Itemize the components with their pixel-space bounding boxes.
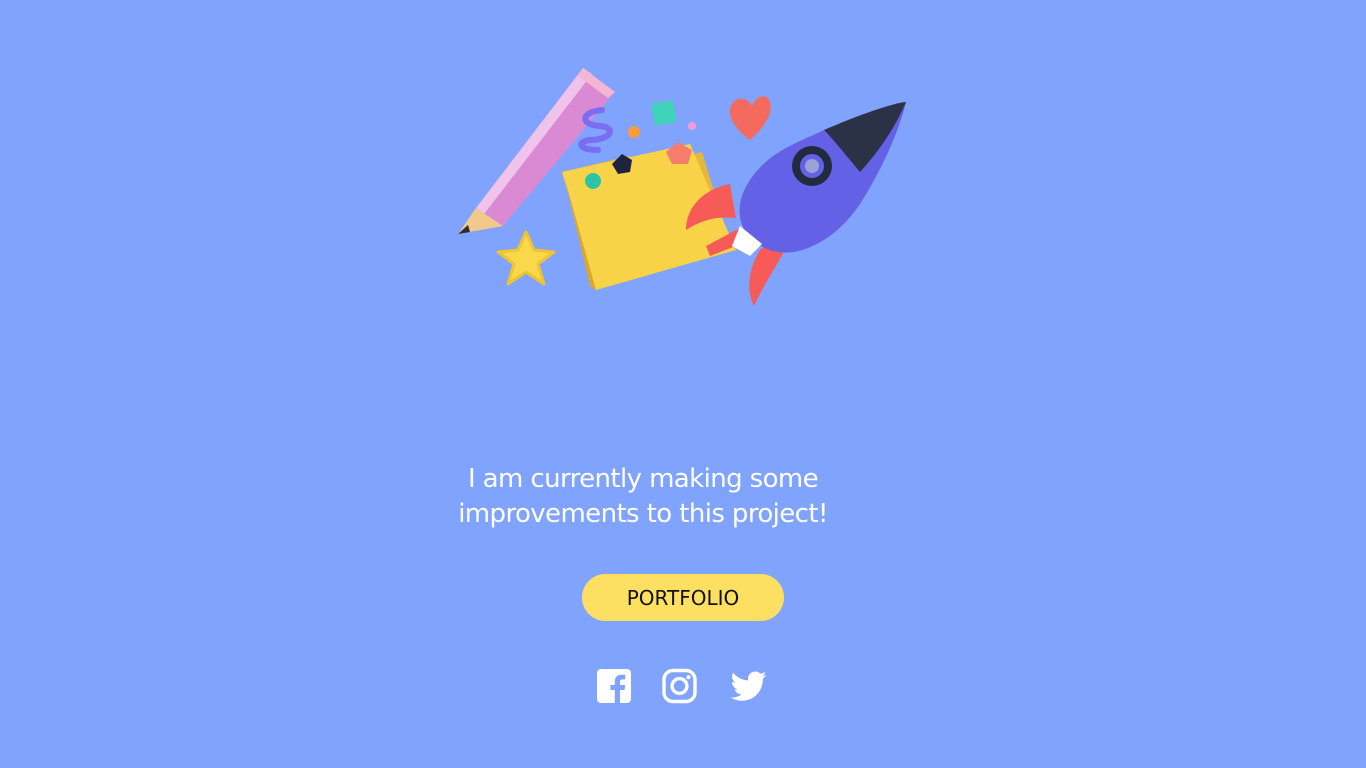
status-message-line-2: improvements to this project!: [458, 499, 828, 529]
status-message: I am currently making some improvements …: [433, 462, 853, 532]
heart-icon: [729, 96, 771, 140]
status-message-line-1: I am currently making some: [467, 464, 819, 494]
instagram-link[interactable]: [662, 668, 697, 704]
star-icon: [496, 230, 556, 286]
facebook-icon: [597, 669, 631, 703]
rocket-icon: [686, 102, 906, 306]
portfolio-button-label: PORTFOLIO: [626, 585, 740, 610]
facebook-link[interactable]: [597, 668, 631, 704]
twitter-icon: [730, 671, 767, 701]
portfolio-button[interactable]: PORTFOLIO: [582, 574, 784, 621]
instagram-icon: [662, 668, 697, 704]
hero-illustration: [440, 50, 920, 320]
twitter-link[interactable]: [729, 668, 769, 704]
